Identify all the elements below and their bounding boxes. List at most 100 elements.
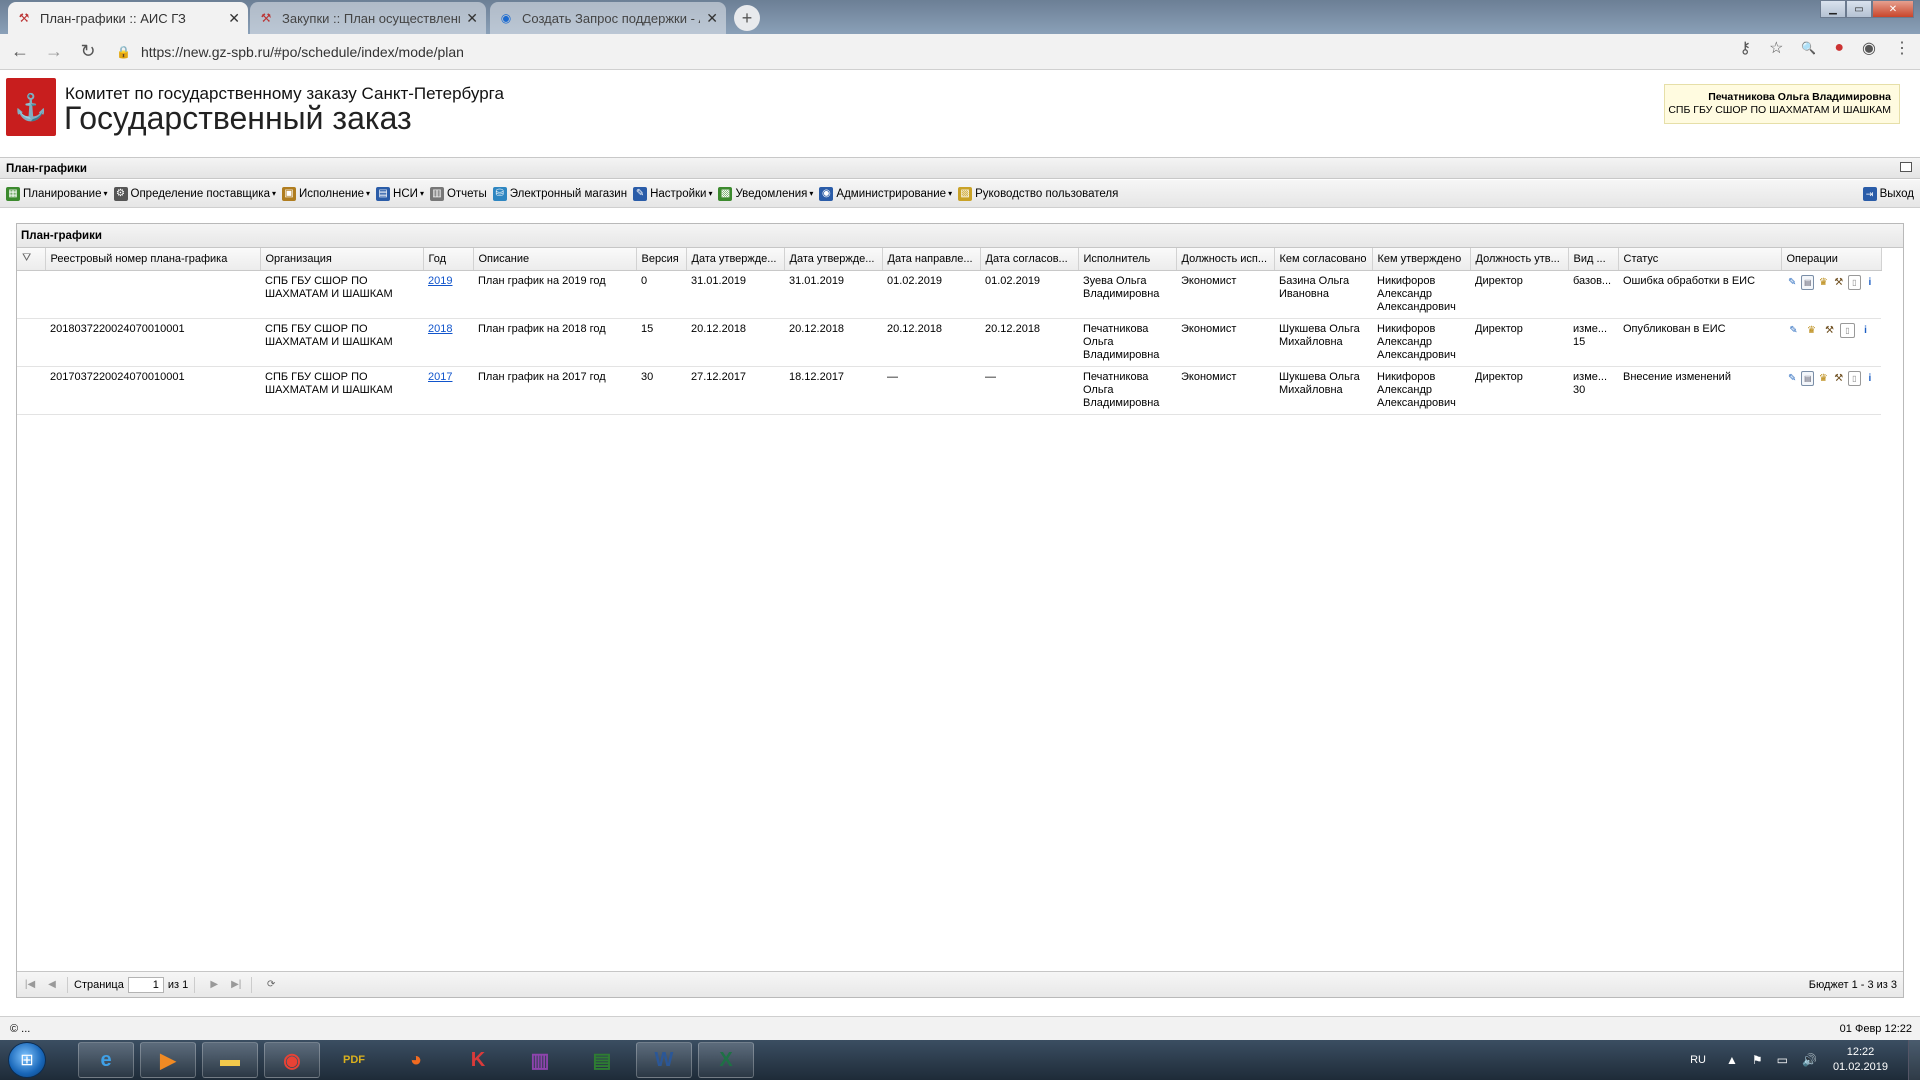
info-icon[interactable]: i — [1864, 371, 1876, 386]
page-number-input[interactable] — [127, 976, 164, 993]
menu-item-shop[interactable]: ⛁ Электронный магазин — [492, 186, 627, 201]
exit-button[interactable]: ⇥ Выход — [1862, 187, 1914, 201]
new-tab-button[interactable]: + — [734, 5, 760, 31]
column-header[interactable]: Дата согласов... — [980, 248, 1079, 271]
workflow-icon[interactable]: ⚒ — [1833, 371, 1845, 386]
column-header[interactable]: Описание — [473, 248, 637, 271]
edit-icon[interactable]: ✎ — [1786, 275, 1798, 290]
volume-icon[interactable]: 🔊 — [1802, 1053, 1817, 1067]
column-header[interactable]: Кем согласовано — [1274, 248, 1373, 271]
menu-item-manual[interactable]: ▧ Руководство пользователя — [958, 186, 1118, 201]
page-icon[interactable]: ▯ — [1847, 370, 1861, 386]
user-info[interactable]: Печатникова Ольга Владимировна СПБ ГБУ С… — [1664, 84, 1900, 124]
url-field[interactable]: 🔒 https://new.gz-spb.ru/#po/schedule/ind… — [116, 44, 464, 60]
emblem-icon[interactable]: ♛ — [1817, 275, 1829, 290]
last-page-button[interactable]: ▶| — [227, 976, 245, 994]
edit-icon[interactable]: ✎ — [1786, 323, 1801, 338]
close-window-button[interactable]: ✕ — [1872, 0, 1914, 18]
menu-item-reports[interactable]: ▥ Отчеты — [429, 186, 487, 201]
start-button[interactable]: ⊞ — [8, 1042, 46, 1078]
document-icon[interactable]: ▤ — [1801, 274, 1815, 290]
language-indicator[interactable]: RU — [1690, 1054, 1706, 1066]
column-header[interactable]: Должность исп... — [1176, 248, 1275, 271]
zoom-icon[interactable]: 🔍 — [1801, 41, 1816, 55]
info-icon[interactable]: i — [1858, 323, 1873, 338]
menu-icon[interactable]: ⋮ — [1894, 38, 1910, 58]
extension-icon[interactable]: ● — [1834, 39, 1844, 57]
prev-page-button[interactable]: ◀ — [43, 976, 61, 994]
tab-purchases[interactable]: ⚒ Закупки :: План осуществления ✕ — [250, 2, 486, 34]
table-row[interactable]: 201703722002407001000​1 СПБ ГБУ СШОР ПО Ш… — [17, 366, 1881, 415]
filter-column-header[interactable]: ⛛ — [17, 248, 46, 271]
page-icon[interactable]: ▯ — [1840, 322, 1855, 338]
column-header[interactable]: Дата утвержде... — [784, 248, 883, 271]
close-icon[interactable]: ✕ — [706, 10, 718, 27]
kaspersky-icon[interactable]: K — [450, 1042, 506, 1078]
firefox-icon[interactable]: ◕ — [388, 1042, 444, 1078]
reload-button[interactable]: ↻ — [74, 38, 102, 66]
first-page-button[interactable]: |◀ — [21, 976, 39, 994]
column-header[interactable]: Кем утверждено — [1372, 248, 1471, 271]
ie-icon[interactable]: e — [78, 1042, 134, 1078]
workflow-icon[interactable]: ⚒ — [1822, 323, 1837, 338]
pdf-icon[interactable]: PDF — [326, 1042, 382, 1078]
menu-item-execution[interactable]: ▣ Исполнение ▾ — [282, 186, 370, 201]
column-header[interactable]: Вид ... — [1568, 248, 1619, 271]
network-icon[interactable]: ▭ — [1777, 1053, 1788, 1067]
column-header[interactable]: Год — [423, 248, 474, 271]
menu-item-supplier[interactable]: ⚙ Определение поставщика ▾ — [113, 186, 276, 201]
close-icon[interactable]: ✕ — [228, 10, 240, 27]
tab-schedules[interactable]: ⚒ План-графики :: АИС ГЗ ✕ — [8, 2, 248, 34]
menu-item-planning[interactable]: ▦ Планирование ▾ — [6, 186, 108, 201]
column-header[interactable]: Должность утв... — [1470, 248, 1569, 271]
forward-button[interactable]: → — [40, 38, 68, 66]
column-header[interactable]: Версия — [636, 248, 687, 271]
menu-item-settings[interactable]: ✎ Настройки ▾ — [633, 186, 712, 201]
table-row[interactable]: СПБ ГБУ СШОР ПО ШАХМАТАМ И ШАШКАМ 2019 Пла… — [17, 270, 1881, 319]
column-header[interactable]: Дата направле... — [882, 248, 981, 271]
page-icon[interactable]: ▯ — [1847, 274, 1861, 290]
column-header[interactable]: Исполнитель — [1078, 248, 1177, 271]
emblem-icon[interactable]: ♛ — [1817, 371, 1829, 386]
next-page-button[interactable]: ▶ — [205, 976, 223, 994]
document-icon[interactable]: ▤ — [1801, 370, 1815, 386]
flag-icon[interactable]: ⚑ — [1752, 1053, 1763, 1067]
emblem-icon[interactable]: ♛ — [1804, 323, 1819, 338]
media-player-icon[interactable]: ▶ — [140, 1042, 196, 1078]
chrome-icon[interactable]: ◉ — [264, 1042, 320, 1078]
year-link[interactable]: 2019 — [428, 275, 452, 287]
clock[interactable]: 12:22 01.02.2019 — [1833, 1045, 1888, 1075]
column-header[interactable]: Реестровый номер плана-графика — [45, 248, 261, 271]
key-icon[interactable]: ⚷ — [1739, 38, 1751, 58]
minimize-button[interactable]: ▁ — [1820, 0, 1846, 18]
word-icon[interactable]: W — [636, 1042, 692, 1078]
account-icon[interactable]: ◉ — [1862, 38, 1876, 58]
maximize-button[interactable]: ▭ — [1846, 0, 1872, 18]
workflow-icon[interactable]: ⚒ — [1833, 275, 1845, 290]
close-icon[interactable]: ✕ — [466, 10, 478, 27]
year-link[interactable]: 2017 — [428, 371, 452, 383]
show-desktop-button[interactable] — [1908, 1040, 1920, 1080]
edit-icon[interactable]: ✎ — [1786, 371, 1798, 386]
table-row[interactable]: 201803722002407001000​1 СПБ ГБУ СШОР ПО Ш… — [17, 318, 1881, 367]
pdf-editor-icon[interactable]: ▤ — [574, 1042, 630, 1078]
column-header[interactable]: Организация — [260, 248, 424, 271]
info-icon[interactable]: i — [1864, 275, 1876, 290]
refresh-icon[interactable]: ⟳ — [262, 976, 280, 994]
excel-icon[interactable]: X — [698, 1042, 754, 1078]
star-icon[interactable]: ☆ — [1769, 38, 1783, 58]
collapse-icon[interactable] — [1900, 162, 1912, 172]
column-header[interactable]: Операции — [1781, 248, 1882, 271]
menu-item-notifications[interactable]: ▩ Уведомления ▾ — [718, 186, 813, 201]
menu-item-reference[interactable]: ▤ НСИ ▾ — [376, 186, 424, 201]
back-button[interactable]: ← — [6, 38, 34, 66]
menu-item-admin[interactable]: ◉ Администрирование ▾ — [819, 186, 952, 201]
explorer-icon[interactable]: ▬ — [202, 1042, 258, 1078]
filter-icon[interactable]: ⛛ — [22, 252, 31, 264]
tab-support[interactable]: ◉ Создать Запрос поддержки - АИ ✕ — [490, 2, 726, 34]
year-link[interactable]: 2018 — [428, 323, 452, 335]
column-header[interactable]: Дата утвержде... — [686, 248, 785, 271]
winrar-icon[interactable]: ▥ — [512, 1042, 568, 1078]
column-header[interactable]: Статус — [1618, 248, 1782, 271]
tray-expand-icon[interactable]: ▲ — [1726, 1053, 1738, 1067]
